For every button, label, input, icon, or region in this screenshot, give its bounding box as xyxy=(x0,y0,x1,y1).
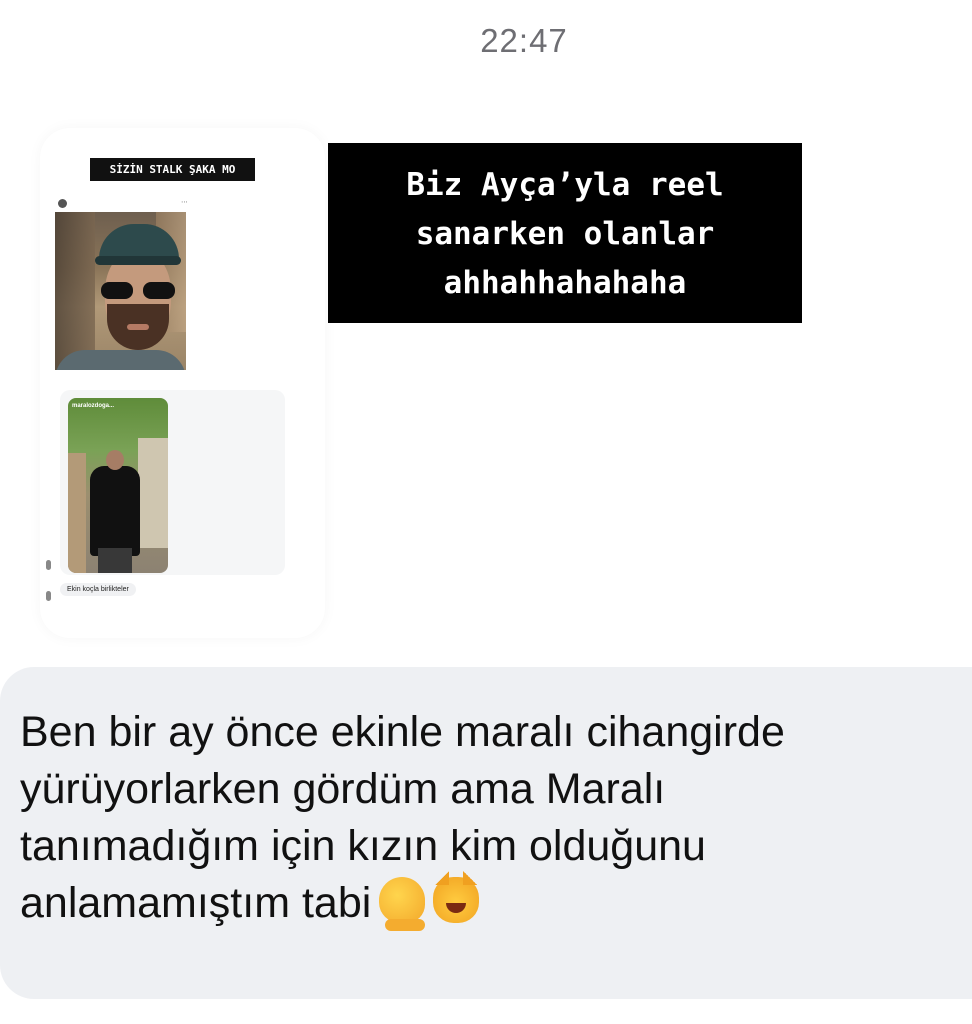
message-line: Ben bir ay önce ekinle maralı cihangirde xyxy=(20,708,785,756)
story-caption: SİZİN STALK ŞAKA MO xyxy=(90,158,255,181)
story-overlay-line: Biz Ayça’yla reel xyxy=(406,167,724,203)
message-line: yürüyorlarken gördüm ama Maralı xyxy=(20,765,666,813)
reply-marker-icon xyxy=(46,560,51,570)
message-text: Ben bir ay önce ekinle maralı cihangirde… xyxy=(20,704,972,932)
message-line: tanımadığım için kızın kim olduğunu xyxy=(20,822,706,870)
message-last-line: anlamamıştım tabi xyxy=(20,871,972,932)
embedded-post-photo xyxy=(55,212,186,370)
story-overlay-line: ahhahhahahaha xyxy=(443,265,687,301)
cat-joy-icon xyxy=(433,871,480,923)
embedded-reply-username: maralozdoga... xyxy=(72,403,115,409)
more-icon: ⋯ xyxy=(181,199,188,206)
embedded-reply-text: Ekin koçla birlikteler xyxy=(67,586,129,593)
avatar xyxy=(58,199,67,208)
message-timestamp: 22:47 xyxy=(480,22,568,59)
shared-story-card[interactable]: SİZİN STALK ŞAKA MO ⋯ maralozdoga... Eki… xyxy=(40,128,325,638)
story-overlay-line: sanarken olanlar xyxy=(415,216,715,252)
embedded-reply-photo: maralozdoga... xyxy=(68,398,168,573)
melting-face-icon xyxy=(379,877,426,931)
story-overlay-text: Biz Ayça’yla reel sanarken olanlar ahhah… xyxy=(328,143,802,323)
message-line: anlamamıştım tabi xyxy=(20,879,372,927)
embedded-post-header: ⋯ xyxy=(58,198,188,212)
embedded-reply-bubble: Ekin koçla birlikteler xyxy=(60,583,136,596)
reply-marker-icon xyxy=(46,591,51,601)
